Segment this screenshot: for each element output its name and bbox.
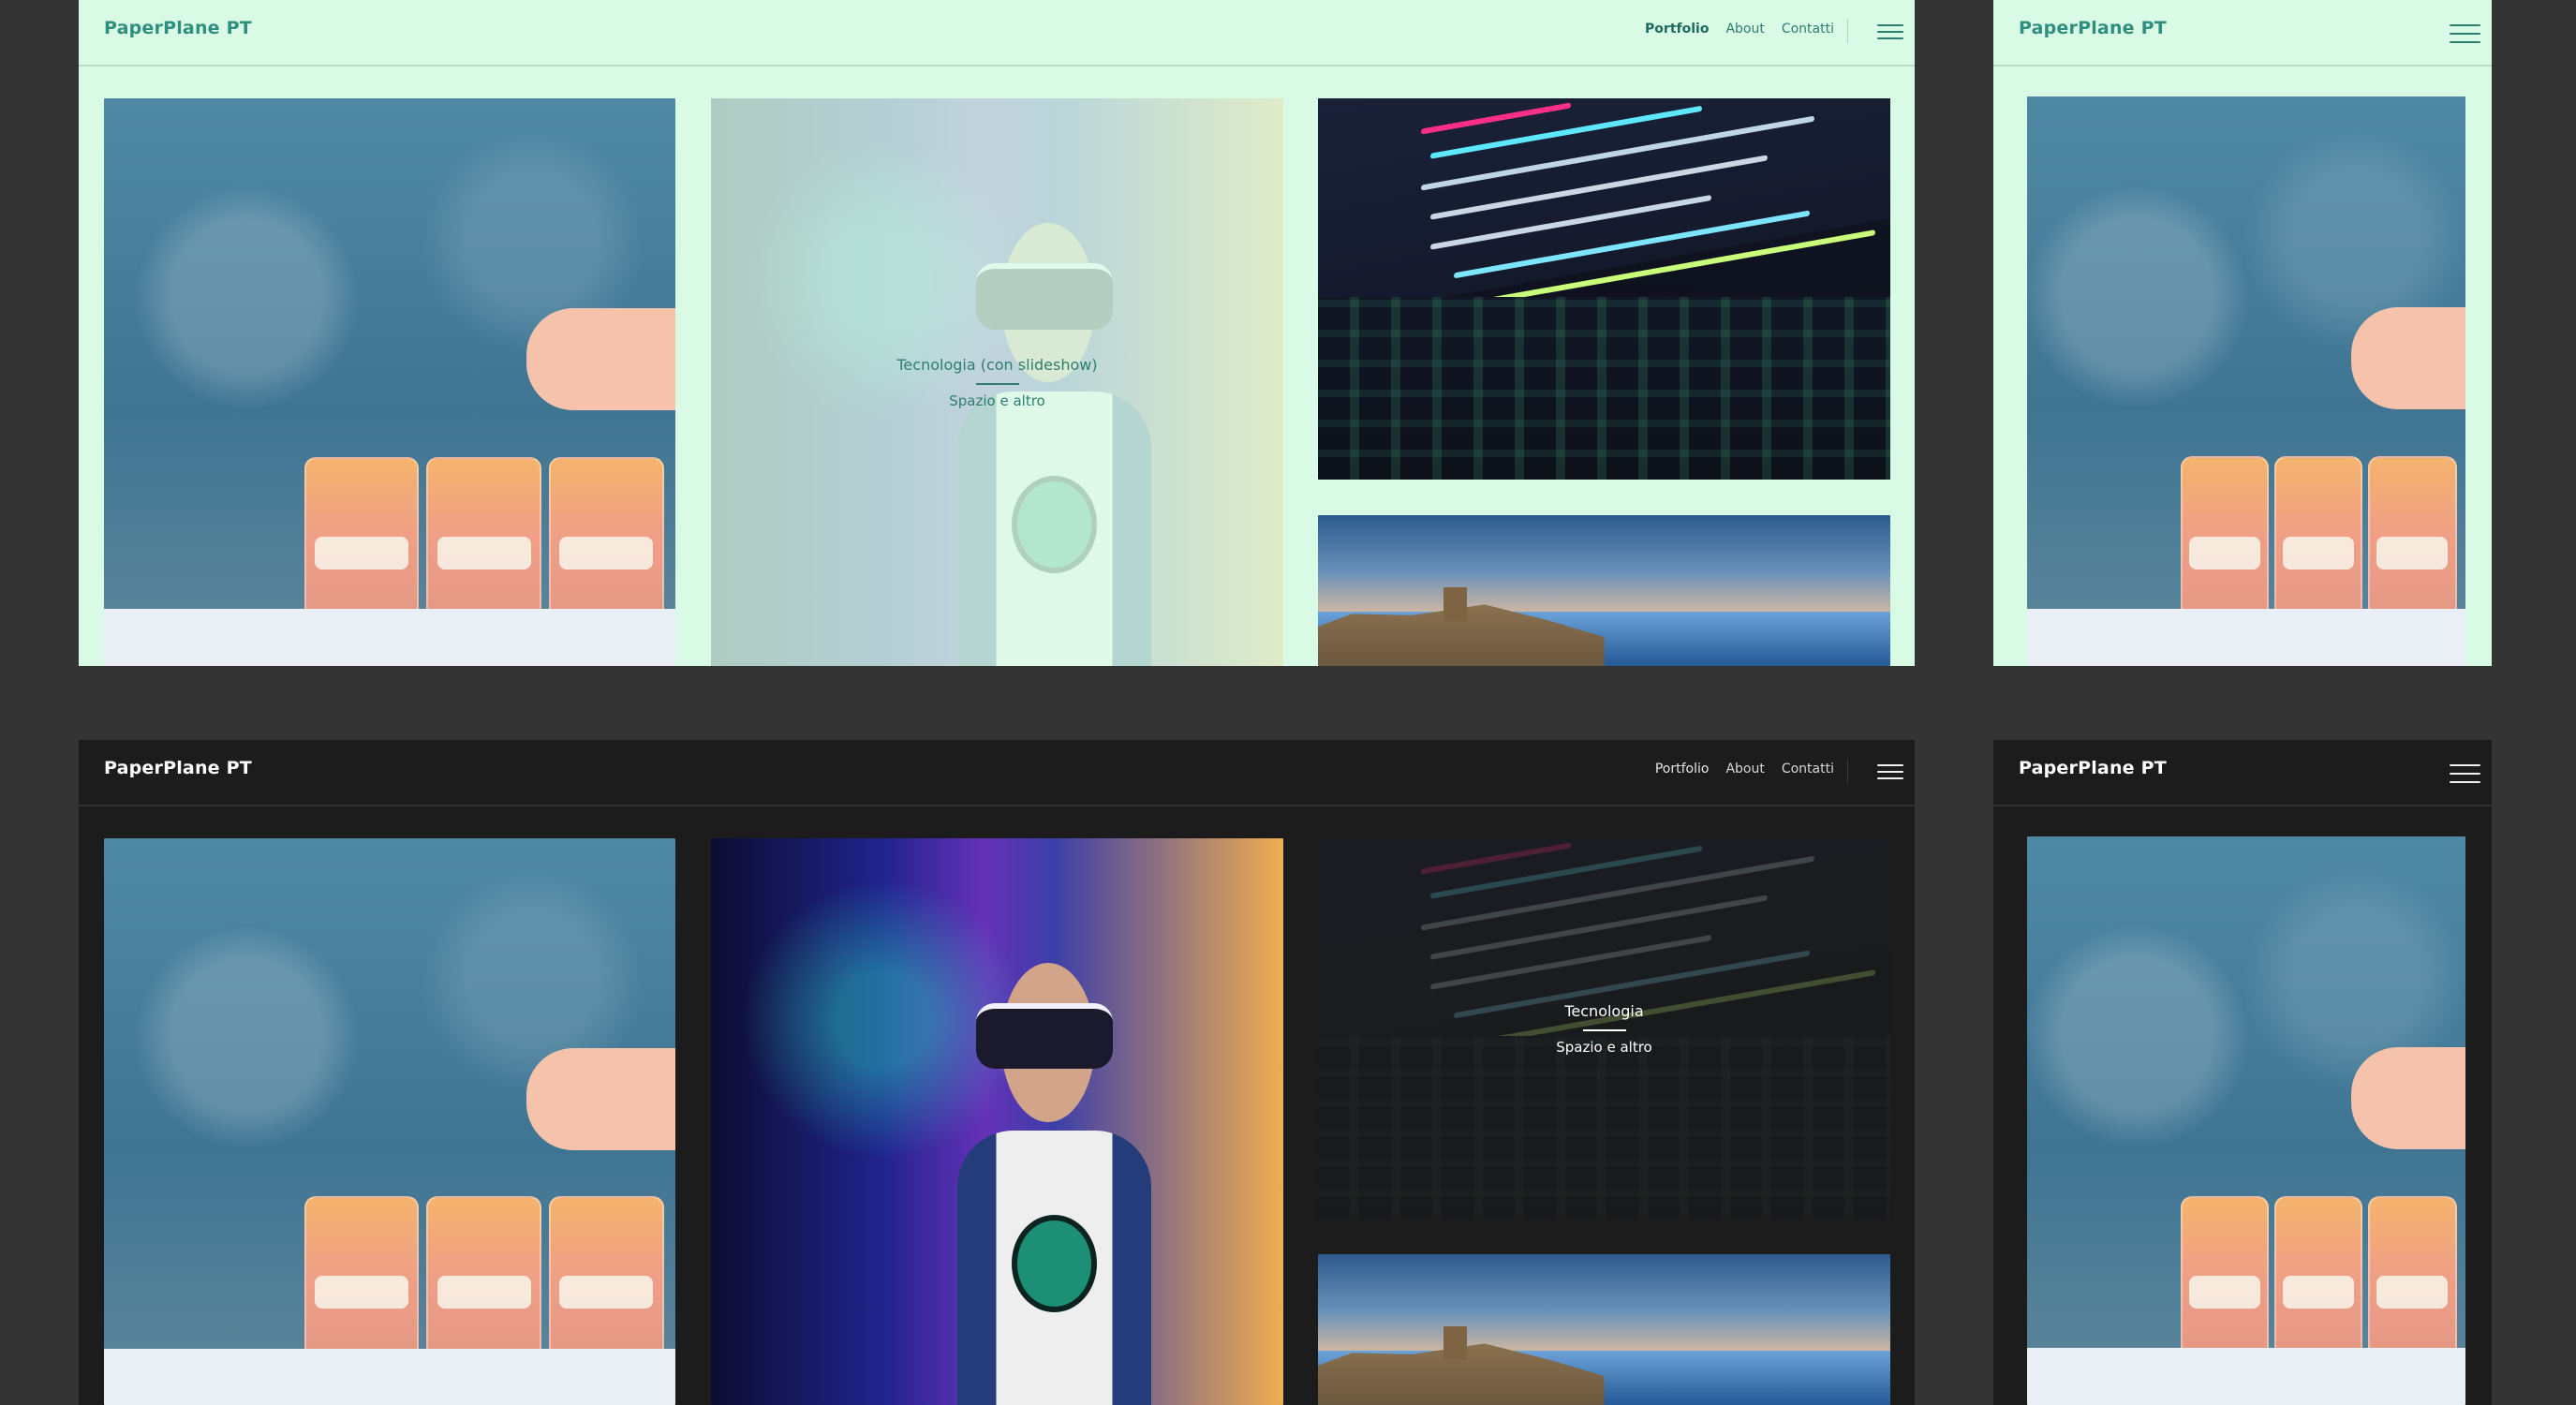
nav-about[interactable]: About: [1725, 22, 1764, 37]
portfolio-item-title: Tecnologia: [1564, 1001, 1644, 1020]
hamburger-menu-icon[interactable]: [1877, 22, 1903, 41]
overlay-divider: [975, 382, 1019, 385]
site-logo[interactable]: PaperPlane PT: [104, 18, 252, 38]
nav-portfolio[interactable]: Portfolio: [1655, 762, 1710, 776]
keyboard-image: [1318, 296, 1890, 480]
mobile-header: PaperPlane PT: [1993, 0, 2492, 67]
hand-image: [526, 308, 675, 411]
header-divider: [1847, 19, 1848, 43]
desktop-light-preview: PaperPlane PT Portfolio About Contatti T…: [79, 0, 1915, 666]
vr-headset-icon: [976, 1002, 1113, 1070]
code-image[interactable]: [1318, 98, 1890, 480]
smoothie-image[interactable]: [104, 838, 675, 1405]
nav-contatti[interactable]: Contatti: [1782, 762, 1834, 776]
site-logo[interactable]: PaperPlane PT: [2019, 18, 2167, 38]
site-logo[interactable]: PaperPlane PT: [2019, 758, 2167, 778]
coast-image[interactable]: [1318, 1254, 1890, 1405]
main-nav: Portfolio About Contatti: [1655, 762, 1834, 776]
mobile-header: PaperPlane PT: [1993, 740, 2492, 806]
portfolio-hover-overlay: Tecnologia (con slideshow) Spazio e altr…: [711, 98, 1283, 666]
site-header: PaperPlane PT Portfolio About Contatti: [79, 740, 1915, 806]
nav-portfolio[interactable]: Portfolio: [1645, 22, 1709, 37]
smoothie-image[interactable]: [2027, 96, 2465, 666]
site-header: PaperPlane PT Portfolio About Contatti: [79, 0, 1915, 67]
nav-about[interactable]: About: [1725, 762, 1764, 776]
vr-image[interactable]: Tecnologia (con slideshow) Spazio e altr…: [711, 98, 1283, 666]
main-nav: Portfolio About Contatti: [1645, 22, 1834, 37]
header-divider: [1847, 759, 1848, 783]
mobile-light-preview: PaperPlane PT: [1993, 0, 2492, 666]
coast-image[interactable]: [1318, 515, 1890, 666]
portfolio-item-subtitle: Spazio e altro: [949, 392, 1045, 409]
code-image[interactable]: Tecnologia Spazio e altro: [1318, 838, 1890, 1219]
smoothie-image[interactable]: [2027, 836, 2465, 1405]
site-logo[interactable]: PaperPlane PT: [104, 758, 252, 778]
smoothie-image[interactable]: [104, 98, 675, 666]
portfolio-item-subtitle: Spazio e altro: [1556, 1038, 1652, 1056]
vr-image[interactable]: [711, 838, 1283, 1405]
table-image: [104, 609, 675, 666]
portfolio-item-title: Tecnologia (con slideshow): [896, 355, 1098, 374]
overlay-divider: [1582, 1028, 1626, 1031]
portfolio-hover-overlay: Tecnologia Spazio e altro: [1318, 838, 1890, 1219]
code-screen-image: [1318, 98, 1890, 320]
mobile-dark-preview: PaperPlane PT: [1993, 740, 2492, 1405]
hamburger-menu-icon[interactable]: [2450, 22, 2480, 45]
hamburger-menu-icon[interactable]: [1877, 762, 1903, 781]
nav-contatti[interactable]: Contatti: [1782, 22, 1834, 37]
hamburger-menu-icon[interactable]: [2450, 762, 2480, 785]
desktop-dark-preview: PaperPlane PT Portfolio About Contatti T…: [79, 740, 1915, 1405]
